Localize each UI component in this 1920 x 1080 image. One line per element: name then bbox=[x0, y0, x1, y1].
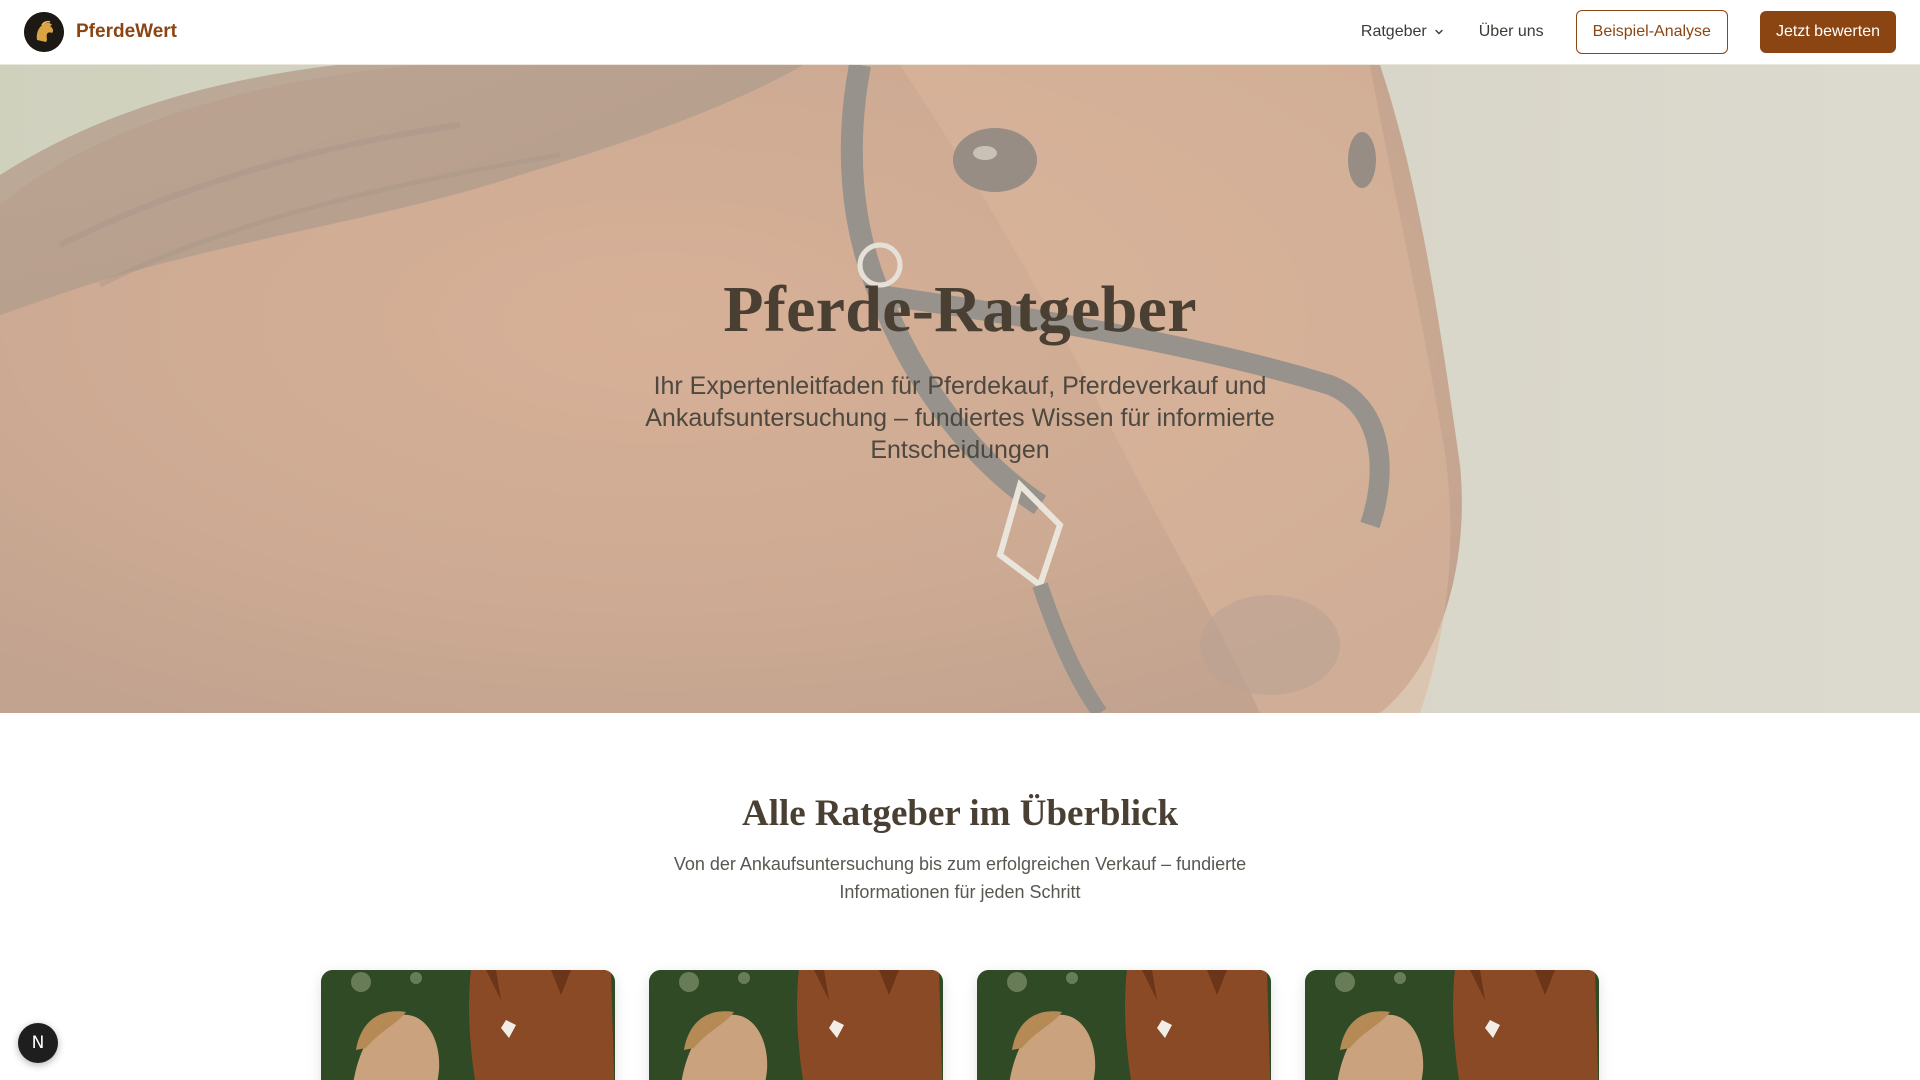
guide-card[interactable] bbox=[977, 970, 1271, 1080]
chevron-down-icon bbox=[1435, 29, 1443, 35]
nav-about-link[interactable]: Über uns bbox=[1479, 23, 1544, 41]
overview-subtitle: Von der Ankaufsuntersuchung bis zum erfo… bbox=[673, 854, 1247, 902]
hero-subtitle: Ihr Expertenleitfaden für Pferdekauf, Pf… bbox=[645, 372, 1275, 464]
guide-cards bbox=[321, 970, 1599, 1080]
example-analysis-button[interactable]: Beispiel-Analyse bbox=[1575, 10, 1728, 54]
page-title: Pferde-Ratgeber bbox=[723, 273, 1197, 346]
nav-ratgeber-label: Ratgeber bbox=[1360, 23, 1427, 40]
brand-name: PferdeWert bbox=[76, 21, 178, 42]
nav-about-label: Über uns bbox=[1478, 23, 1544, 40]
floating-n-badge[interactable]: N bbox=[18, 1023, 58, 1063]
overview-title: Alle Ratgeber im Überblick bbox=[741, 793, 1179, 834]
woman-with-horse-image bbox=[321, 970, 615, 1080]
woman-with-horse-image bbox=[649, 970, 943, 1080]
guide-card[interactable] bbox=[321, 970, 615, 1080]
nav-ratgeber-dropdown[interactable]: Ratgeber bbox=[1361, 23, 1445, 41]
hero-content: Pferde-Ratgeber Ihr Expertenleitfaden fü… bbox=[0, 65, 1920, 713]
guide-card[interactable] bbox=[649, 970, 943, 1080]
evaluate-now-button[interactable]: Jetzt bewerten bbox=[1759, 11, 1896, 53]
guide-card[interactable] bbox=[1305, 970, 1599, 1080]
site-header: PferdeWert Ratgeber Über uns Beispiel-An… bbox=[0, 0, 1920, 65]
brand-logo-link[interactable]: PferdeWert bbox=[24, 12, 177, 52]
woman-with-horse-image bbox=[977, 970, 1271, 1080]
hero-section: Pferde-Ratgeber Ihr Expertenleitfaden fü… bbox=[0, 65, 1920, 713]
overview-section: Alle Ratgeber im Überblick Von der Ankau… bbox=[0, 713, 1920, 1080]
woman-with-horse-image bbox=[1305, 970, 1599, 1080]
horse-head-logo-icon bbox=[24, 12, 64, 52]
main-nav: Ratgeber Über uns Beispiel-Analyse Jetzt… bbox=[1361, 10, 1896, 54]
